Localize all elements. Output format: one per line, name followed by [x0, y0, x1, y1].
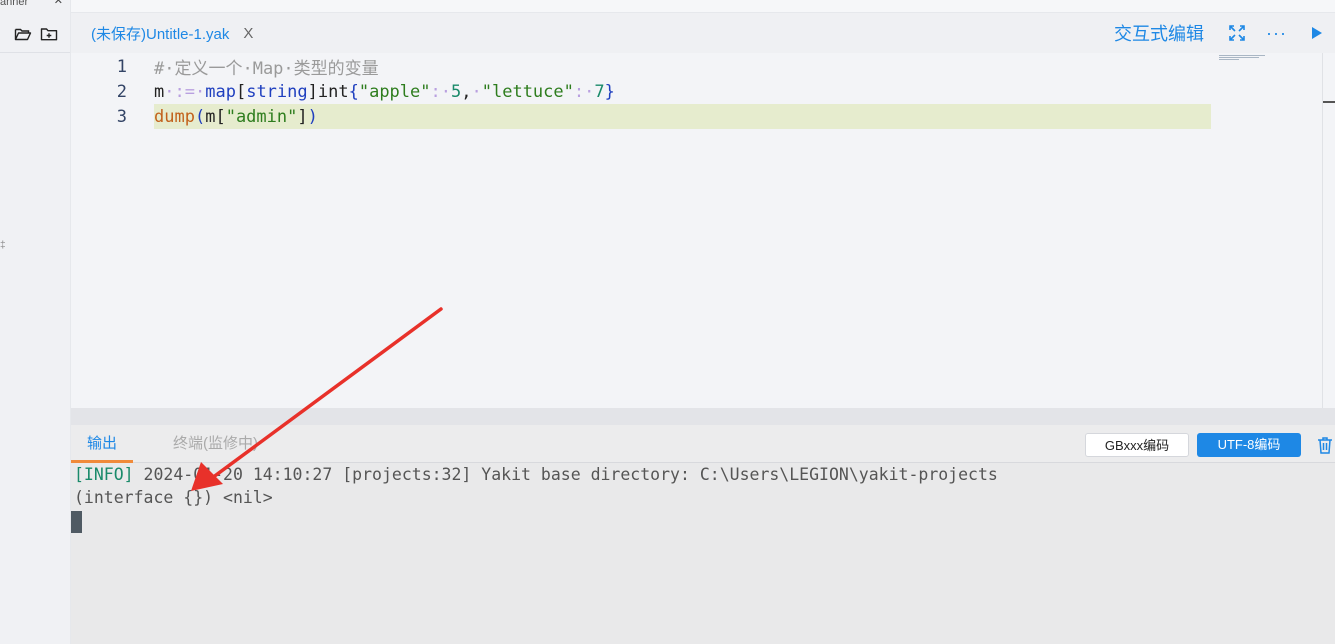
code-token: m [205, 106, 216, 127]
file-sidebar: anner ✕ ‡ [0, 0, 71, 644]
run-icon[interactable] [1307, 24, 1325, 42]
code-token: ) [307, 106, 318, 127]
code-token: m [154, 81, 165, 102]
yakit-editor-window: anner ✕ ‡ (未保存)Untitle-1.yak X 交互式编辑 ···… [0, 0, 1335, 644]
folder-open-icon[interactable] [14, 26, 32, 42]
line-number: 2 [116, 81, 127, 102]
code-editor[interactable]: 1 #·定义一个·Map·类型的变量 2 m·:=·map[string]int{"a… [71, 53, 1335, 408]
code-token: ] [297, 106, 308, 127]
editor-scrollbar[interactable] [1323, 101, 1335, 103]
code-token: { [348, 81, 359, 102]
code-token: · [584, 81, 595, 102]
partial-top-tab-label: anner [0, 0, 29, 8]
utf8-encoding-button[interactable]: UTF-8编码 [1197, 433, 1301, 457]
code-line[interactable]: 2 m·:=·map[string]int{"apple":·5,·"lettuc… [71, 79, 1211, 104]
code-token: string [246, 81, 308, 102]
code-token: } [604, 81, 615, 102]
code-token: "lettuce" [481, 81, 574, 102]
console-line-result: (interface {}) <nil> [74, 488, 273, 507]
file-tab[interactable]: (未保存)Untitle-1.yak X [81, 13, 263, 53]
window-top-strip [71, 0, 1335, 13]
code-token: ] [307, 81, 318, 102]
code-token: · [194, 81, 206, 102]
code-token: int [317, 81, 349, 102]
console-line-info: [INFO] 2024-01-20 14:10:27 [projects:32]… [74, 465, 998, 484]
code-line[interactable]: 3 dump(m["admin"]) [71, 104, 1211, 129]
line-number: 1 [116, 56, 127, 77]
editor-scroll-track [1322, 53, 1323, 408]
sidebar-divider [0, 52, 70, 53]
code-token: : [430, 81, 441, 102]
trash-icon[interactable] [1316, 435, 1334, 455]
interactive-edit-button[interactable]: 交互式编辑 [1114, 20, 1204, 46]
info-tag: [INFO] [74, 465, 134, 484]
close-icon[interactable]: ✕ [54, 0, 63, 7]
gbxxx-encoding-button[interactable]: GBxxx编码 [1085, 433, 1189, 457]
code-token: ( [194, 106, 206, 127]
fullscreen-icon[interactable] [1228, 24, 1246, 42]
tab-terminal[interactable]: 终端(监修中) [173, 425, 258, 463]
code-token: map [205, 81, 236, 102]
editor-tabbar: (未保存)Untitle-1.yak X 交互式编辑 ··· [71, 13, 1335, 53]
code-text: dump(m["admin"]) [154, 107, 318, 127]
code-token: #·定义一个·Map·类型的变量 [154, 59, 379, 79]
code-token: 5 [451, 81, 462, 102]
code-token: · [164, 81, 175, 102]
editor-actions: 交互式编辑 ··· [1114, 13, 1335, 53]
code-token: · [471, 81, 482, 102]
code-line[interactable]: 1 #·定义一个·Map·类型的变量 [71, 54, 1211, 80]
close-icon[interactable]: X [243, 25, 253, 42]
output-panel-header: 输出 终端(监修中) GBxxx编码 UTF-8编码 [71, 425, 1335, 463]
more-icon[interactable]: ··· [1266, 24, 1287, 42]
code-token: : [573, 81, 585, 102]
tab-output[interactable]: 输出 [71, 425, 133, 463]
sidebar-toolbar [14, 26, 58, 42]
code-token: 7 [594, 81, 605, 102]
code-token: , [461, 81, 472, 102]
info-message: 2024-01-20 14:10:27 [projects:32] Yakit … [133, 465, 998, 484]
console-cursor [71, 511, 82, 533]
code-text: m·:=·map[string]int{"apple":·5,·"lettuce… [154, 82, 615, 102]
code-token: [ [235, 81, 247, 102]
code-token: "apple" [358, 81, 431, 102]
folder-add-icon[interactable] [40, 26, 58, 42]
panel-splitter[interactable] [71, 408, 1335, 425]
line-number: 3 [116, 106, 127, 127]
code-token: "admin" [225, 106, 298, 127]
sidebar-edge-mark: ‡ [0, 240, 6, 251]
minimap[interactable] [1219, 55, 1265, 61]
code-text: #·定义一个·Map·类型的变量 [154, 54, 379, 79]
code-token: dump [154, 106, 195, 127]
file-tab-label: (未保存)Untitle-1.yak [91, 25, 230, 43]
code-token: [ [215, 106, 226, 127]
code-token: · [440, 81, 451, 102]
output-console[interactable]: [INFO] 2024-01-20 14:10:27 [projects:32]… [71, 463, 1335, 644]
code-token: := [174, 81, 195, 102]
partial-top-tab[interactable]: anner ✕ [0, 0, 66, 11]
